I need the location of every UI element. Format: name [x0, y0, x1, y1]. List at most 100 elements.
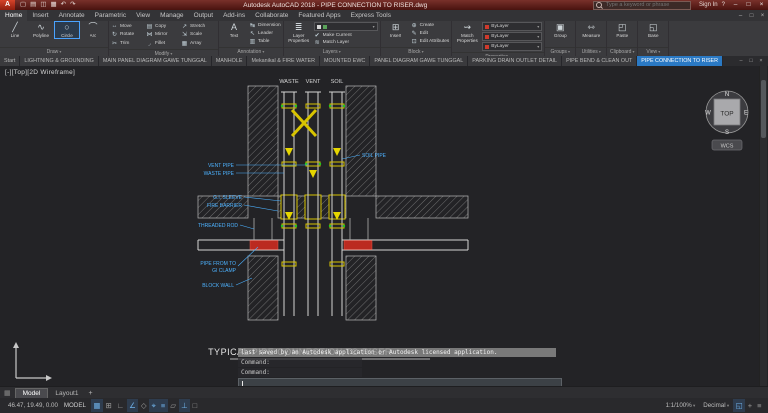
ribbon-tab[interactable]: Collaborate — [250, 10, 293, 21]
filetab-restore-button[interactable]: □ — [746, 58, 756, 64]
modify-tool-button[interactable]: ◞ Fillet — [146, 39, 181, 48]
viewport-controls[interactable]: [-][Top][2D Wireframe] — [5, 69, 75, 76]
doc-close-button[interactable]: × — [757, 13, 768, 19]
annotation-tool-button[interactable]: ↹ Dimension — [249, 22, 281, 29]
modify-tool-button[interactable]: ↔ Move — [111, 22, 146, 31]
file-tab[interactable]: PIPE BEND & CLEAN OUT — [562, 56, 638, 66]
quick-access-icon[interactable]: ↶ — [61, 0, 66, 10]
file-tab[interactable]: PARKING DRAIN OUTLET DETAIL — [468, 56, 563, 66]
quick-access-icon[interactable]: ◫ — [40, 0, 46, 10]
filetab-minimize-button[interactable]: – — [736, 58, 746, 64]
layer-properties-button[interactable]: ≣ Layer Properties — [287, 22, 311, 43]
ribbon-tab[interactable]: Express Tools — [346, 10, 396, 21]
file-tab[interactable]: Mekanikal & FIRE WATER — [247, 56, 320, 66]
status-toggle-icon[interactable]: ∠ — [126, 399, 139, 412]
status-toggle-icon[interactable]: ⌖ — [149, 399, 159, 412]
match-properties-button[interactable]: ⇝ Match Properties — [455, 22, 479, 43]
text-tool-button[interactable]: A Text — [222, 22, 246, 38]
panel-label-utilities[interactable]: Utilities — [576, 47, 607, 56]
layer-tool-button[interactable]: ✔ Make Current — [314, 32, 378, 39]
pipe-couplings[interactable] — [281, 103, 345, 267]
draw-tool-button[interactable]: ∿ Polyline — [29, 22, 53, 38]
measure-button[interactable]: ⇿ Measure — [579, 22, 603, 38]
ribbon-tab[interactable]: Output — [189, 10, 219, 21]
layer-tool-button[interactable]: ≋ Match Layer — [314, 39, 378, 46]
scrollbar-thumb[interactable] — [761, 80, 766, 138]
file-tab[interactable]: LIGHTNING & GROUNDING — [20, 56, 99, 66]
ribbon-tab[interactable]: Annotate — [54, 10, 90, 21]
modify-tool-button[interactable]: ↻ Rotate — [111, 31, 146, 40]
layout-tab[interactable]: Model — [14, 387, 49, 399]
quick-access-icon[interactable]: ▦ — [50, 0, 56, 10]
panel-label-groups[interactable]: Groups — [545, 47, 576, 56]
status-toggle-icon[interactable]: ▦ — [90, 399, 103, 412]
panel-label-annotation[interactable]: Annotation — [219, 47, 283, 56]
draw-tool-button[interactable]: ⌒ Arc — [81, 22, 105, 38]
modify-tool-button[interactable]: ▦ Array — [181, 39, 216, 48]
bylayer-dropdown[interactable]: ByLayer — [482, 22, 543, 31]
file-tab[interactable]: MOUNTED EWC — [319, 56, 371, 66]
search-input[interactable] — [603, 1, 688, 9]
bylayer-dropdown[interactable]: ByLayer — [482, 42, 543, 51]
panel-label-draw[interactable]: Draw — [0, 47, 108, 56]
cross-fitting[interactable] — [290, 108, 318, 138]
block-tool-button[interactable]: ⊕ Create — [411, 22, 450, 29]
ribbon-tab[interactable]: Manage — [155, 10, 189, 21]
doc-restore-button[interactable]: □ — [746, 13, 757, 19]
ribbon-tab[interactable]: Parametric — [90, 10, 131, 21]
panel-label-block[interactable]: Block — [380, 47, 452, 56]
status-tool-icon[interactable]: ◱ — [733, 399, 746, 412]
status-toggle-icon[interactable]: ≡ — [158, 399, 168, 412]
modify-tool-button[interactable]: ⋈ Mirror — [146, 31, 181, 40]
add-layout-button[interactable]: + — [88, 390, 92, 397]
file-tab[interactable]: PIPE CONNECTION TO RISER — [637, 56, 724, 66]
ribbon-tab[interactable]: View — [131, 10, 155, 21]
annotation-scale[interactable]: 1:1/100% — [666, 402, 696, 409]
modify-tool-button[interactable]: ↗ Stretch — [181, 22, 216, 31]
ribbon-tab[interactable]: Insert — [27, 10, 53, 21]
doc-minimize-button[interactable]: – — [735, 13, 746, 19]
panel-label-clipboard[interactable]: Clipboard — [607, 47, 638, 56]
branch-pipes[interactable] — [197, 239, 469, 251]
riser-top-labels[interactable]: WASTE VENT SOIL — [279, 79, 343, 85]
pipe-clamps[interactable] — [249, 240, 373, 250]
status-tool-icon[interactable]: ≡ — [755, 399, 764, 412]
quick-access-icon[interactable]: ↷ — [70, 0, 75, 10]
status-toggle-icon[interactable]: ⊞ — [103, 399, 114, 412]
filetab-close-button[interactable]: × — [756, 58, 766, 64]
paste-button[interactable]: ◰ Paste — [610, 22, 634, 38]
file-tab[interactable]: MAIN PANEL DIAGRAM GAWE TUNGGAL — [98, 56, 212, 66]
maximize-button[interactable]: □ — [742, 0, 755, 10]
status-tool-icon[interactable]: + — [745, 399, 754, 412]
ucs-icon[interactable] — [13, 342, 52, 381]
quick-access-icon[interactable]: ▢ — [20, 0, 26, 10]
panel-label-layers[interactable]: Layers — [283, 47, 380, 56]
status-toggle-icon[interactable]: ◇ — [138, 399, 149, 412]
viewcube[interactable]: TOP N S W E WCS — [705, 90, 749, 151]
autocad-logo-icon[interactable]: A — [0, 0, 15, 10]
file-tab[interactable]: PANEL DIAGRAM GAWE TUNGGAL — [370, 56, 469, 66]
help-icon[interactable]: ? — [722, 2, 725, 8]
draw-tool-button[interactable]: ○ Circle — [54, 20, 80, 40]
units-selector[interactable]: Decimal — [703, 402, 729, 409]
layer-select[interactable] — [313, 22, 378, 31]
block-tool-button[interactable]: ✎ Edit — [411, 30, 450, 37]
panel-label-view[interactable]: View — [638, 47, 669, 56]
ribbon-tab[interactable]: Home — [0, 10, 28, 21]
status-toggle-icon[interactable]: ⊥ — [178, 399, 191, 412]
modify-tool-button[interactable]: ⇲ Scale — [181, 31, 216, 40]
draw-tool-button[interactable]: ╱ Line — [3, 22, 27, 38]
threaded-rods[interactable] — [253, 218, 369, 240]
status-toggle-icon[interactable]: ▱ — [168, 399, 179, 412]
modify-tool-button[interactable]: ▤ Copy — [146, 22, 181, 31]
annotation-tool-button[interactable]: ↖ Leader — [249, 30, 281, 37]
model-space-canvas[interactable]: WASTE VENT SOIL VENT PIPE WASTE PIPE SOI… — [0, 66, 768, 389]
status-toggle-icon[interactable]: ∟ — [114, 399, 126, 412]
ribbon-tab[interactable]: Featured Apps — [293, 10, 345, 21]
annotation-tool-button[interactable]: ▥ Table — [249, 38, 281, 45]
layout-grid-icon[interactable]: ▦ — [4, 389, 11, 397]
insert-block-button[interactable]: ⊞ Insert — [384, 22, 408, 38]
group-button[interactable]: ▣ Group — [548, 22, 572, 38]
file-tab[interactable]: MANHOLE — [211, 56, 248, 66]
modify-tool-button[interactable]: ✂ Trim — [111, 39, 146, 48]
